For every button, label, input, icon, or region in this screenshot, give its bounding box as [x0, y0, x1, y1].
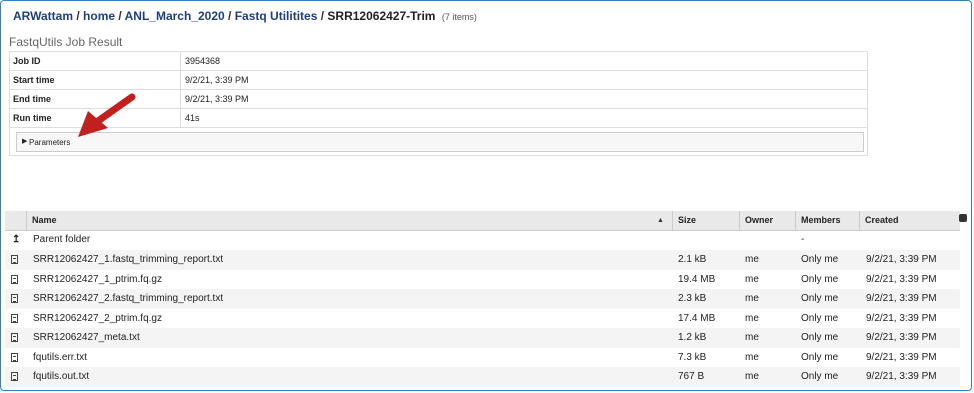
- arrow-shaft: [94, 93, 136, 125]
- file-name: fqutils.err.txt: [33, 352, 87, 363]
- parent-folder-row[interactable]: ↥ Parent folder -: [5, 230, 960, 250]
- file-icon: [11, 255, 18, 264]
- file-name: SRR12062427_2.fastq_trimming_report.txt: [33, 293, 224, 304]
- parent-folder-icon: ↥: [12, 234, 21, 245]
- parent-folder-label: Parent folder: [33, 234, 91, 245]
- file-created: 9/2/21, 3:39 PM: [866, 332, 937, 343]
- file-size: 17.4 MB: [678, 313, 716, 324]
- file-name: SRR12062427_1.fastq_trimming_report.txt: [33, 254, 224, 265]
- header-name[interactable]: Name: [27, 211, 673, 230]
- file-icon: [11, 372, 18, 381]
- file-members: Only me: [801, 371, 839, 382]
- column-settings-icon[interactable]: [959, 214, 967, 222]
- file-created: 9/2/21, 3:39 PM: [866, 254, 937, 265]
- file-created: 9/2/21, 3:39 PM: [866, 313, 937, 324]
- file-owner: me: [745, 274, 759, 285]
- file-owner: me: [745, 371, 759, 382]
- file-owner: me: [745, 313, 759, 324]
- file-name: fqutils.out.txt: [33, 371, 90, 382]
- file-icon: [11, 353, 18, 362]
- header-owner[interactable]: Owner: [740, 211, 796, 230]
- header-members[interactable]: Members: [796, 211, 860, 230]
- header-icon-col: [5, 211, 27, 230]
- file-created: 9/2/21, 3:39 PM: [866, 371, 937, 382]
- file-members: Only me: [801, 293, 839, 304]
- table-row[interactable]: SRR12062427_2.fastq_trimming_report.txt …: [5, 289, 960, 309]
- file-created: 9/2/21, 3:39 PM: [866, 352, 937, 363]
- file-list-table: Name ▲ Size Owner Members Created ↥ Pare…: [5, 211, 960, 389]
- sort-ascending-icon[interactable]: ▲: [657, 211, 664, 230]
- file-name: SRR12062427_1_ptrim.fq.gz: [33, 274, 162, 285]
- table-row[interactable]: SRR12062427_2_ptrim.fq.gz 17.4 MB me Onl…: [5, 309, 960, 329]
- header-size[interactable]: Size: [673, 211, 740, 230]
- file-size: 2.3 kB: [678, 293, 707, 304]
- file-icon: [11, 294, 18, 303]
- file-name: SRR12062427_2_ptrim.fq.gz: [33, 313, 162, 324]
- file-name: SRR12062427_meta.txt: [33, 332, 140, 343]
- file-members: Only me: [801, 254, 839, 265]
- file-size: 19.4 MB: [678, 274, 716, 285]
- table-header: Name ▲ Size Owner Members Created: [5, 211, 960, 231]
- file-members: Only me: [801, 313, 839, 324]
- file-size: 7.3 kB: [678, 352, 707, 363]
- table-row[interactable]: fqutils.out.txt 767 B me Only me 9/2/21,…: [5, 367, 960, 387]
- file-members: Only me: [801, 332, 839, 343]
- table-row[interactable]: SRR12062427_meta.txt 1.2 kB me Only me 9…: [5, 328, 960, 348]
- file-owner: me: [745, 293, 759, 304]
- file-size: 1.2 kB: [678, 332, 707, 343]
- table-row[interactable]: fqutils.err.txt 7.3 kB me Only me 9/2/21…: [5, 348, 960, 368]
- header-created[interactable]: Created: [860, 211, 960, 230]
- file-created: 9/2/21, 3:39 PM: [866, 274, 937, 285]
- file-created: 9/2/21, 3:39 PM: [866, 293, 937, 304]
- file-size: 2.1 kB: [678, 254, 707, 265]
- file-members: Only me: [801, 352, 839, 363]
- file-owner: me: [745, 352, 759, 363]
- table-row[interactable]: SRR12062427_1.fastq_trimming_report.txt …: [5, 250, 960, 270]
- parent-folder-members: -: [801, 234, 805, 245]
- file-members: Only me: [801, 274, 839, 285]
- file-owner: me: [745, 332, 759, 343]
- file-icon: [11, 314, 18, 323]
- file-icon: [11, 275, 18, 284]
- table-row[interactable]: SRR12062427_1_ptrim.fq.gz 19.4 MB me Onl…: [5, 270, 960, 290]
- file-size: 767 B: [678, 371, 705, 382]
- file-icon: [11, 333, 18, 342]
- file-owner: me: [745, 254, 759, 265]
